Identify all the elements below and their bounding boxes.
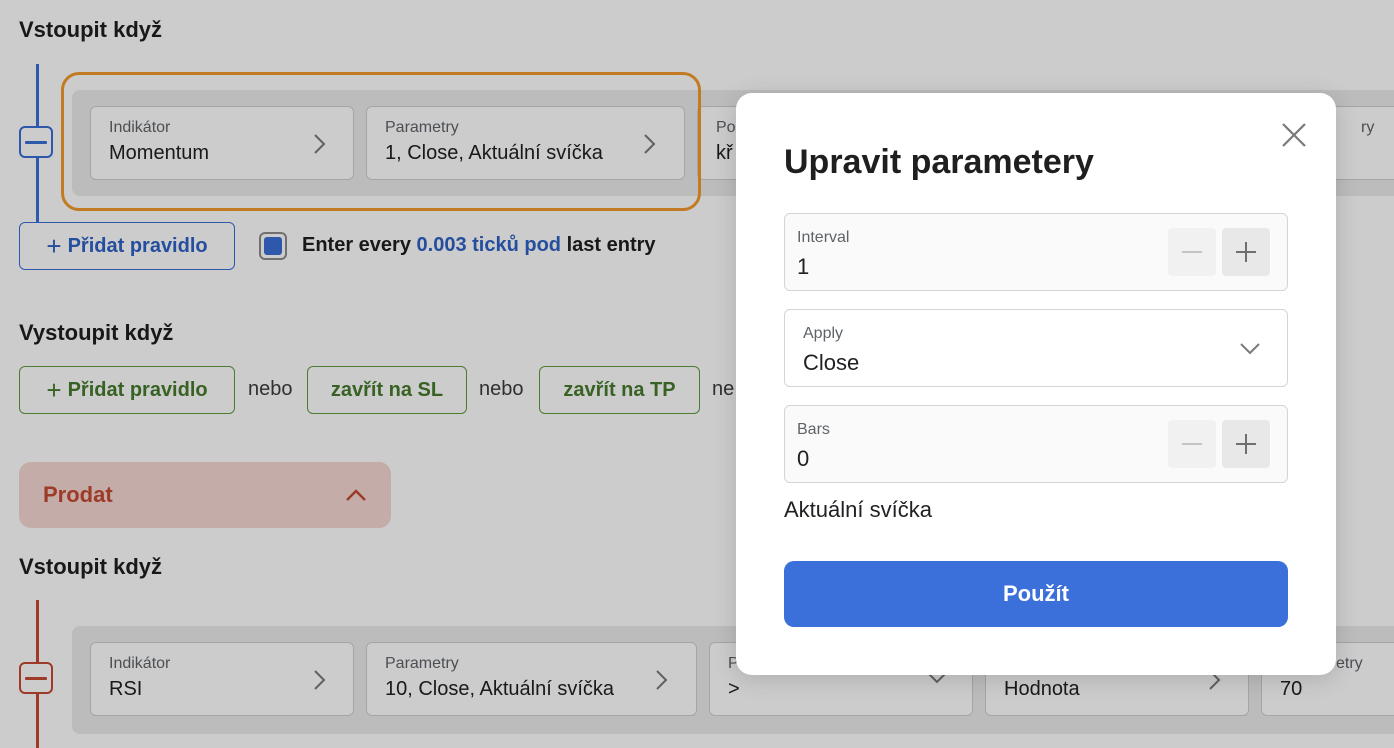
plus-icon bbox=[1236, 434, 1256, 454]
bars-increment-button[interactable] bbox=[1222, 420, 1270, 468]
interval-label: Interval bbox=[797, 229, 850, 246]
bars-description: Aktuální svíčka bbox=[784, 497, 932, 522]
interval-value[interactable]: 1 bbox=[797, 254, 809, 280]
apply-select[interactable]: Apply Close bbox=[784, 309, 1288, 387]
bars-label: Bars bbox=[797, 421, 830, 438]
plus-icon bbox=[1236, 242, 1256, 262]
interval-field[interactable]: Interval 1 bbox=[784, 213, 1288, 291]
apply-label: Apply bbox=[803, 325, 844, 342]
apply-value: Close bbox=[803, 350, 860, 375]
minus-icon bbox=[1182, 443, 1202, 445]
bars-field[interactable]: Bars 0 bbox=[784, 405, 1288, 483]
interval-increment-button[interactable] bbox=[1222, 228, 1270, 276]
bars-decrement-button[interactable] bbox=[1168, 420, 1216, 468]
edit-parameters-modal: Upravit parametery Interval 1 Apply Clos… bbox=[736, 93, 1336, 675]
apply-button[interactable]: Použít bbox=[784, 561, 1288, 627]
close-modal-button[interactable] bbox=[1278, 119, 1310, 151]
modal-title: Upravit parametery bbox=[784, 143, 1094, 181]
interval-decrement-button[interactable] bbox=[1168, 228, 1216, 276]
chevron-down-icon bbox=[1240, 343, 1260, 355]
close-icon bbox=[1282, 123, 1306, 147]
bars-value[interactable]: 0 bbox=[797, 446, 809, 472]
minus-icon bbox=[1182, 251, 1202, 253]
